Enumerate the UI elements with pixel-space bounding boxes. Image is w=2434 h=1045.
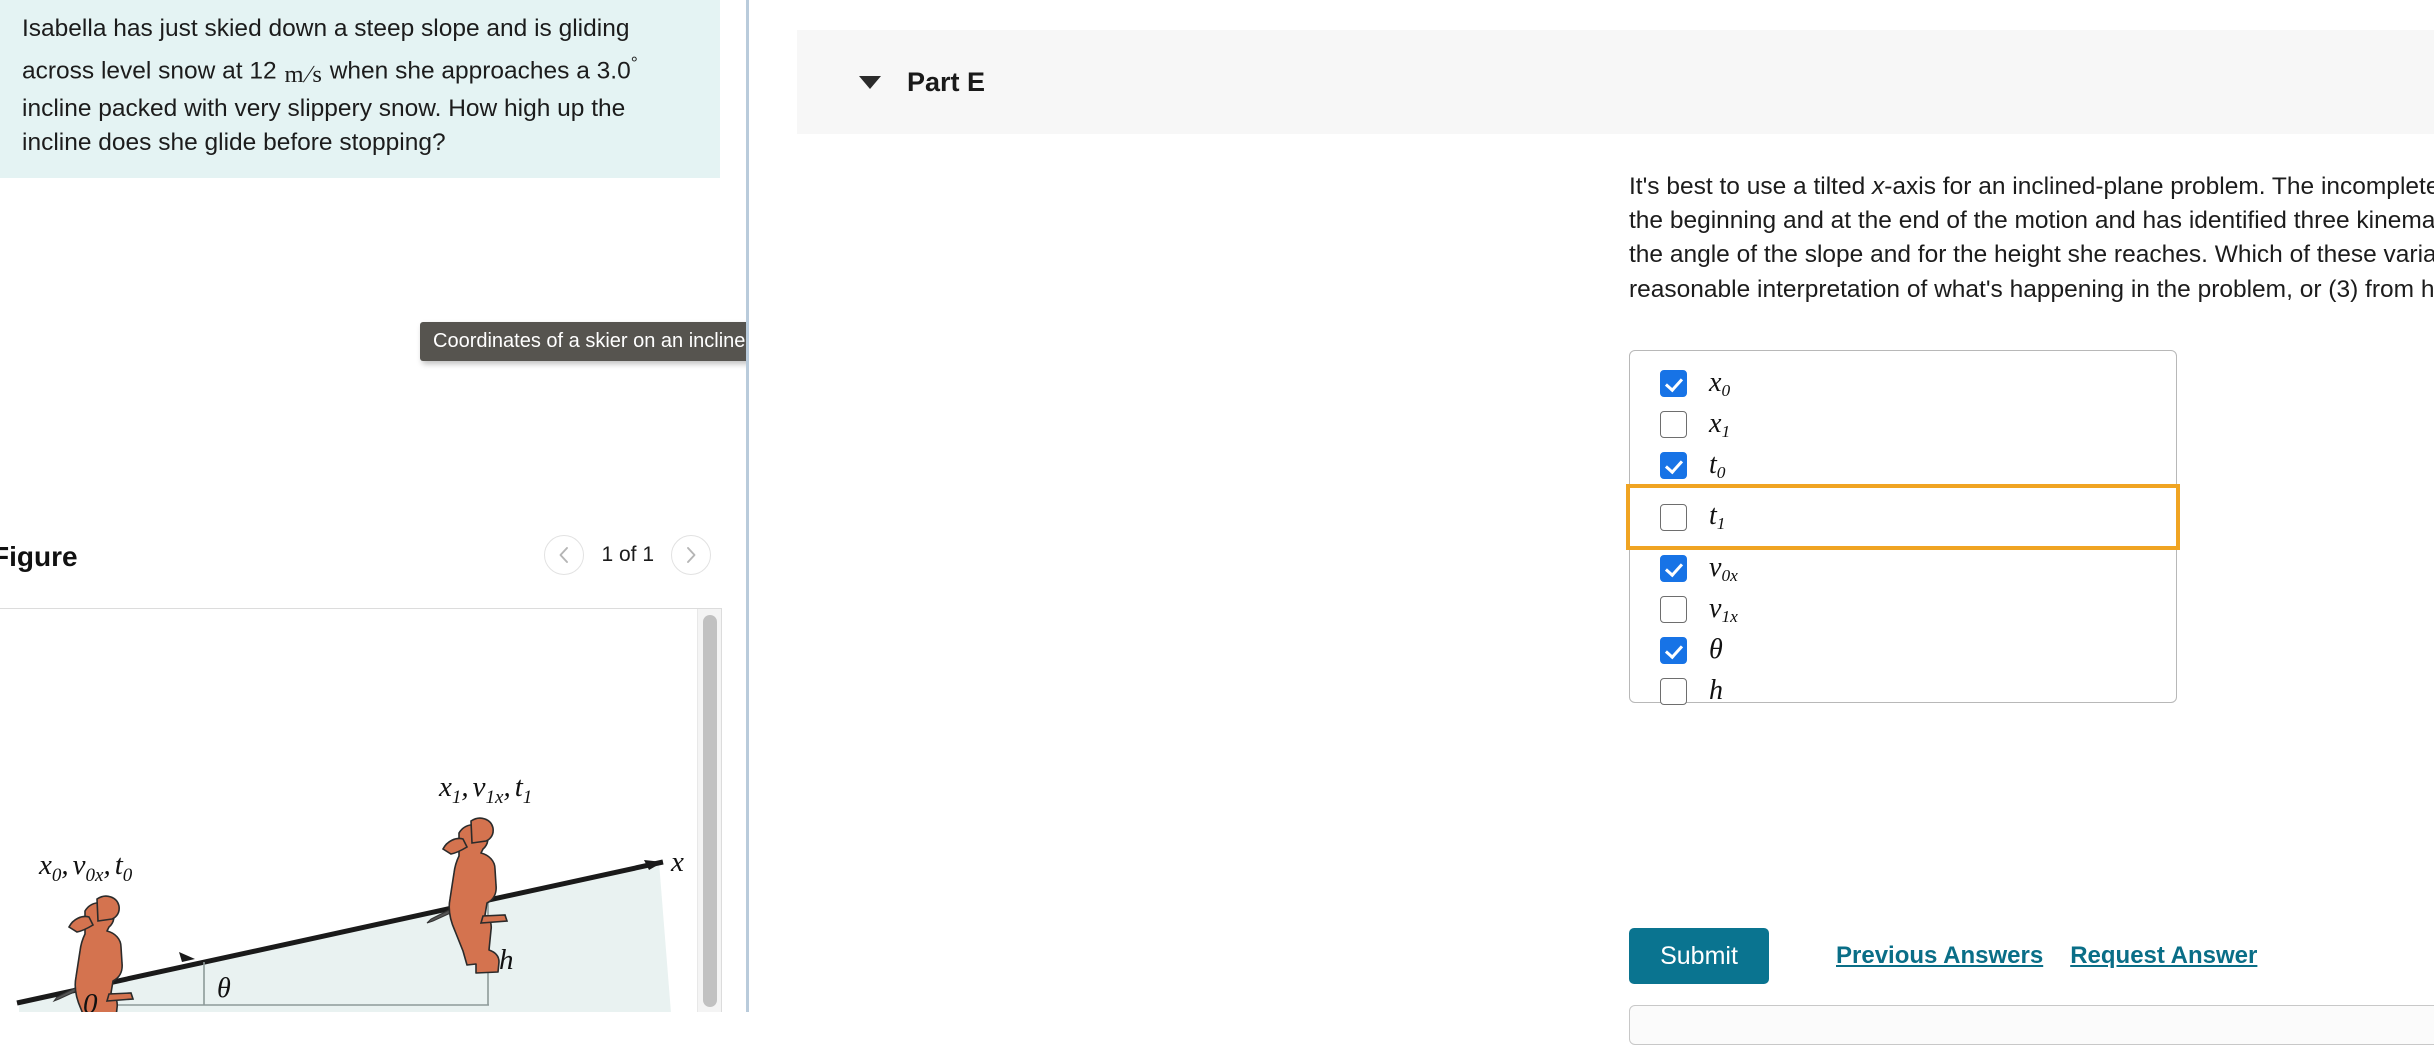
checkbox-t0[interactable] (1660, 452, 1687, 479)
answer-box: x0 x1 t0 t1 v0x v1x θ h (1626, 350, 2180, 706)
triangle-down-icon[interactable] (859, 75, 881, 89)
checkbox-label-x1: x1 (1709, 407, 1731, 441)
checkbox-row-x1[interactable]: x1 (1630, 404, 2176, 445)
right-pane: Part E It's best to use a tilted x-axis … (749, 0, 2434, 1045)
chevron-right-icon (687, 547, 696, 563)
question-segment-2: -axis for an inclined-plane problem. The… (1884, 173, 2434, 200)
angle-label: θ (217, 973, 231, 1004)
figure-pager-label: 1 of 1 (601, 543, 654, 566)
checkbox-label-v0x: v0x (1709, 551, 1738, 585)
checkbox-row-t0[interactable]: t0 (1630, 445, 2176, 486)
unit-meters-per-second: m/s (283, 58, 322, 92)
left-pane: Isabella has just skied down a steep slo… (0, 0, 746, 1012)
chevron-left-icon (560, 547, 569, 563)
skier-incline-figure: x0, v0x, t0 x1, v1x, t1 x θ h 0 (16, 771, 684, 1012)
previous-answers-link[interactable]: Previous Answers (1836, 942, 2043, 970)
x-axis-label: x (670, 846, 684, 878)
figure-pager: 1 of 1 (544, 535, 711, 575)
checkbox-row-v1x[interactable]: v1x (1630, 589, 2176, 630)
degree-symbol: ° (630, 53, 638, 73)
request-answer-link[interactable]: Request Answer (2070, 942, 2257, 970)
action-row: Submit Previous Answers Request Answer (1629, 928, 2257, 984)
submit-button[interactable]: Submit (1629, 928, 1769, 984)
checkbox-list: x0 x1 t0 t1 v0x v1x θ h (1626, 363, 2180, 712)
end-point-label: x1, v1x, t1 (438, 771, 532, 808)
checkbox-h[interactable] (1660, 678, 1687, 705)
checkbox-v1x[interactable] (1660, 596, 1687, 623)
question-body: It's best to use a tilted x-axis for an … (1629, 170, 2434, 307)
figure-next-button[interactable] (671, 535, 711, 575)
figure-header: Figure 1 of 1 (0, 533, 722, 595)
bottom-panel (1629, 1005, 2434, 1045)
checkbox-label-x0: x0 (1709, 366, 1731, 400)
problem-statement-text: Isabella has just skied down a steep slo… (22, 12, 684, 160)
page-root: Isabella has just skied down a steep slo… (0, 0, 2434, 1045)
question-segment-1: It's best to use a tilted (1629, 173, 1873, 200)
skier-start-boot (105, 992, 135, 1002)
checkbox-x1[interactable] (1660, 411, 1687, 438)
skier-start-head (96, 895, 120, 922)
figure-scroll-thumb[interactable] (703, 615, 717, 1007)
figure-tooltip: Coordinates of a skier on an incline (420, 322, 746, 361)
checkbox-theta[interactable] (1660, 637, 1687, 664)
skier-end-boot (479, 914, 509, 924)
checkbox-x0[interactable] (1660, 370, 1687, 397)
figure-prev-button[interactable] (544, 535, 585, 575)
part-header[interactable]: Part E (797, 30, 2434, 134)
problem-text-part-2: when she approaches a 3.0 (322, 57, 631, 85)
incline-direction-arrow (179, 952, 195, 962)
checkbox-label-v1x: v1x (1709, 592, 1738, 626)
checkbox-t1[interactable] (1660, 503, 1687, 531)
part-title: Part E (907, 66, 986, 97)
figure-frame: x0, v0x, t0 x1, v1x, t1 x θ h 0 (0, 608, 722, 1012)
checkbox-row-h[interactable]: h (1630, 671, 2176, 712)
checkbox-label-h: h (1709, 674, 1723, 706)
height-label: h (499, 944, 514, 976)
figure-tooltip-text: Coordinates of a skier on an incline (433, 330, 746, 352)
checkbox-row-x0[interactable]: x0 (1630, 363, 2176, 404)
skier-end-head (470, 817, 494, 844)
question-italic-x: x (1872, 173, 1885, 200)
checkbox-label-theta: θ (1709, 633, 1723, 665)
checkbox-label-t1: t1 (1709, 500, 1726, 533)
problem-text-part-3: incline packed with very slippery snow. … (22, 94, 626, 156)
checkbox-v0x[interactable] (1660, 555, 1687, 582)
checkbox-row-v0x[interactable]: v0x (1630, 548, 2176, 589)
checkbox-row-t1[interactable]: t1 (1626, 484, 2180, 550)
problem-statement: Isabella has just skied down a steep slo… (0, 0, 720, 178)
checkbox-row-theta[interactable]: θ (1630, 630, 2176, 671)
figure-panel-title: Figure (0, 541, 78, 572)
figure-scrollbar[interactable] (697, 609, 721, 1012)
origin-label: 0 (83, 988, 98, 1012)
checkbox-label-t0: t0 (1709, 448, 1726, 482)
start-point-label: x0, v0x, t0 (38, 849, 133, 886)
